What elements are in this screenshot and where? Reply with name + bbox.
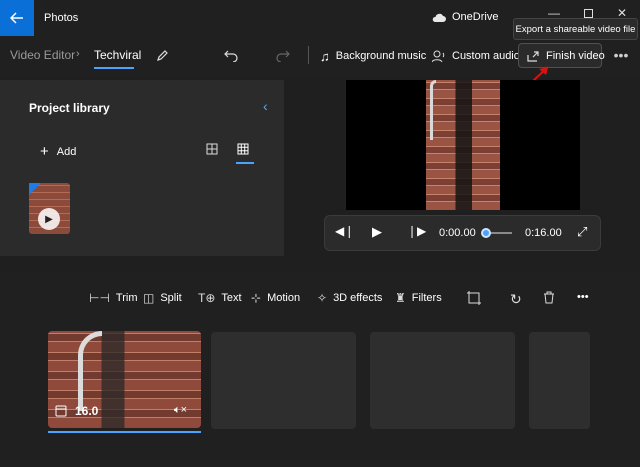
storyboard-empty-slot[interactable] [211,332,356,429]
clip-mute-button[interactable]: 🔈︎× [174,404,187,417]
filters-label: Filters [411,292,442,304]
storyboard-empty-slot[interactable] [370,332,515,429]
add-label: Add [56,145,77,158]
toolbar-divider [308,46,309,64]
rename-button[interactable] [151,44,173,66]
skip-forward-icon: ❘▶ [407,224,427,238]
motion-button[interactable]: ⊹ Motion [251,291,300,305]
filter-icon: ♜ [395,291,406,305]
timeline-more-button[interactable]: ••• [577,291,589,303]
back-button[interactable] [0,0,34,36]
fullscreen-button[interactable]: ⤢ [577,224,587,240]
crop-resize-button[interactable] [467,291,481,305]
seek-bar-thumb[interactable] [481,228,491,238]
previous-frame-button[interactable]: ◀❘ [335,224,354,238]
clip-duration-value: 16.0 [75,404,99,418]
delete-button[interactable] [543,291,555,304]
redo-button[interactable] [272,44,294,66]
trim-button[interactable]: ⊢⊣ Trim [89,291,138,305]
custom-audio-button[interactable]: Custom audio [432,46,520,66]
large-grid-view-button[interactable] [206,143,218,158]
onedrive-button[interactable]: OneDrive [432,11,498,23]
rotate-button[interactable]: ↻ [510,291,522,308]
more-dots-icon: ••• [577,291,589,303]
tooltip: Export a shareable video file [513,18,638,40]
arrow-left-icon [10,12,23,24]
3d-effects-label: 3D effects [333,292,383,304]
storyboard-empty-slot[interactable] [529,332,590,429]
undo-icon [224,50,238,62]
add-button[interactable]: + Add [40,143,76,160]
clip-selected-bar [48,431,201,433]
play-circle-icon: ▶ [38,208,60,230]
resize-frame-icon [467,291,481,305]
duration-icon [55,405,67,417]
split-button[interactable]: ◫ Split [143,291,182,305]
clip-duration: 16.0 [55,404,98,418]
trim-icon: ⊢⊣ [89,291,110,305]
text-label: Text [221,292,242,304]
clip-pipe-shape [78,331,102,411]
background-music-label: Background music [335,50,427,62]
small-grid-view-button[interactable] [237,143,249,158]
breadcrumb-project-name[interactable]: Techviral [94,48,141,62]
background-music-button[interactable]: ♫ Background music [320,46,426,66]
3d-effects-button[interactable]: ✧ 3D effects [317,291,382,305]
redo-icon [276,50,290,62]
chevron-left-icon: ‹ [263,98,268,114]
speaker-muted-icon: 🔈︎× [174,404,188,416]
breadcrumb-video-editor[interactable]: Video Editor [10,48,75,62]
audio-person-icon [432,50,445,62]
music-note-icon: ♫ [320,48,330,64]
split-icon: ◫ [143,291,155,305]
maximize-icon [583,8,593,18]
split-label: Split [160,292,182,304]
collapse-library-button[interactable]: ‹ [263,98,268,114]
filters-button[interactable]: ♜ Filters [395,291,442,305]
plus-icon: + [40,143,49,160]
trash-icon [544,291,554,304]
play-button[interactable]: ▶ [372,224,382,240]
app-title: Photos [44,12,79,24]
text-icon: T⊕ [198,291,216,305]
cloud-icon [432,13,446,22]
sparkle-icon: ✧ [317,291,328,305]
onedrive-label: OneDrive [452,11,499,23]
thumbnail-added-marker [29,183,41,195]
total-time: 0:16.00 [525,227,562,239]
text-button[interactable]: T⊕ Text [198,291,242,305]
undo-button[interactable] [220,44,242,66]
preview-pipe-shape [430,80,436,140]
play-icon: ▶ [372,224,382,239]
rotate-icon: ↻ [510,291,522,307]
expand-icon: ⤢ [577,224,588,239]
more-dots-icon: ••• [613,47,629,63]
grid-small-icon [237,143,249,155]
view-selected-underline [236,162,254,164]
current-time: 0:00.00 [439,227,476,239]
motion-icon: ⊹ [251,291,262,305]
pencil-icon [156,49,168,61]
motion-label: Motion [267,292,301,304]
active-crumb-underline [94,67,134,69]
project-library-title: Project library [29,101,110,115]
custom-audio-label: Custom audio [452,50,520,62]
skip-back-icon: ◀❘ [335,224,355,238]
breadcrumb-chevron-icon: › [76,48,80,60]
next-frame-button[interactable]: ❘▶ [407,224,426,238]
preview-frame [426,80,500,210]
grid-large-icon [206,143,218,155]
trim-label: Trim [115,292,138,304]
more-options-button[interactable]: ••• [610,44,632,66]
